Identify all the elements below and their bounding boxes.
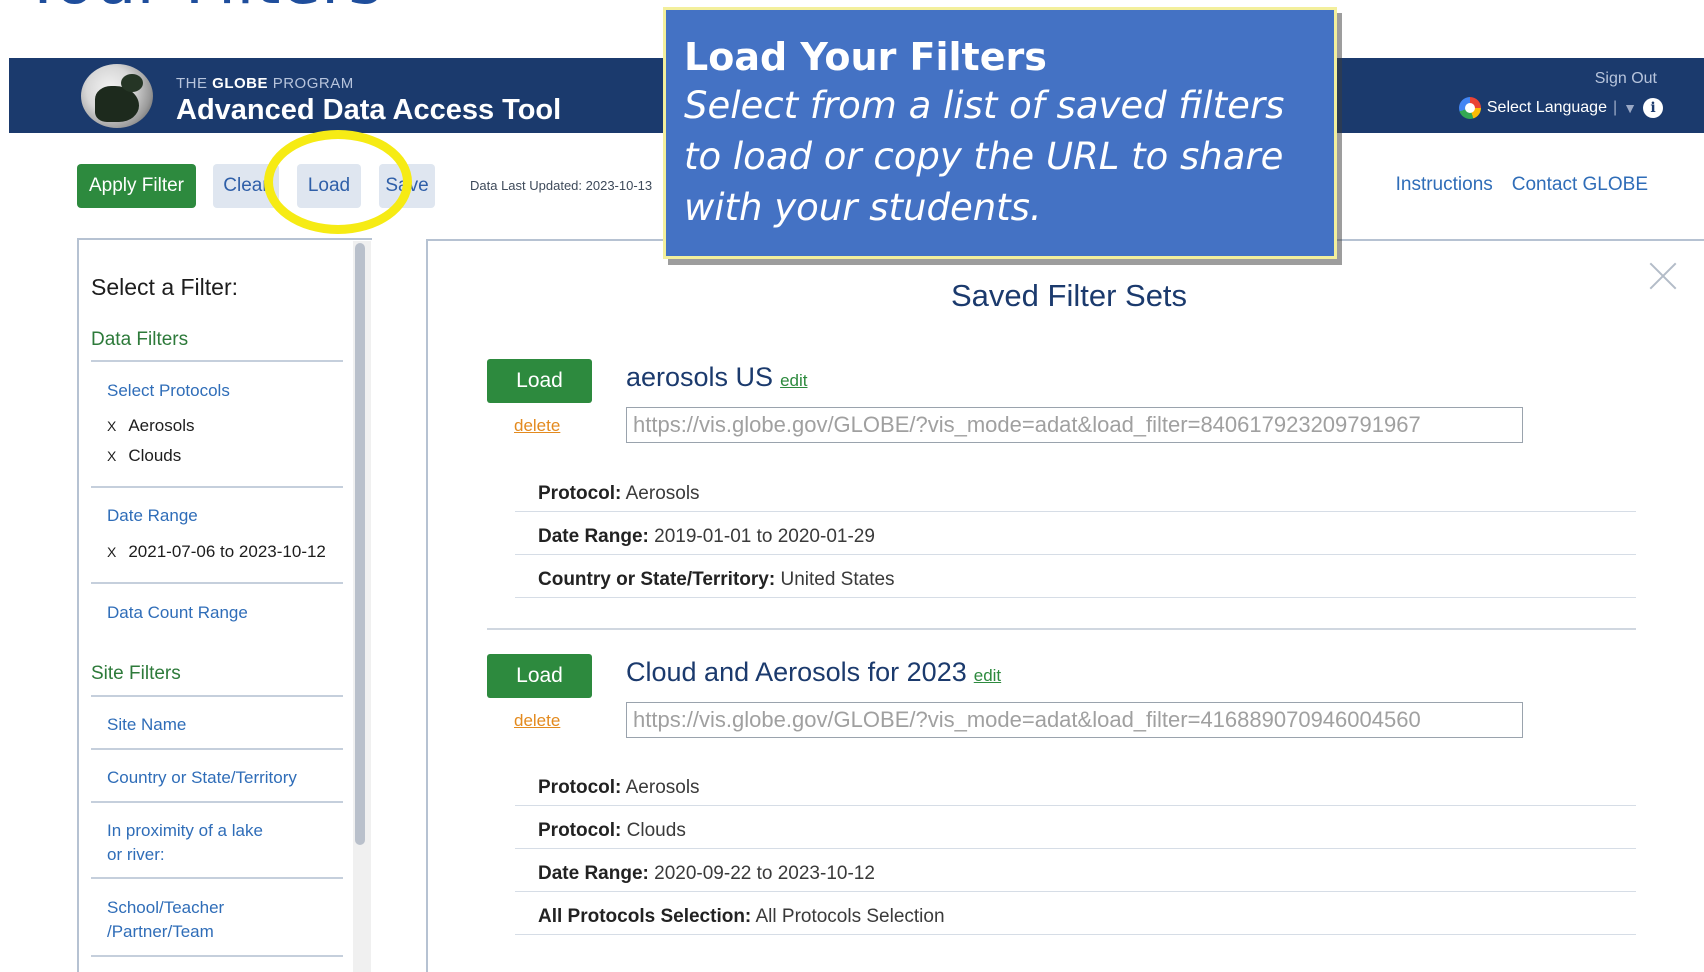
close-icon[interactable] <box>1645 258 1681 294</box>
date-range-chip[interactable]: X 2021-07-06 to 2023-10-12 <box>107 542 326 562</box>
globe-logo[interactable] <box>79 62 155 130</box>
delete-link[interactable]: delete <box>514 416 560 436</box>
save-button[interactable]: Save <box>379 164 435 208</box>
row-divider <box>515 934 1636 935</box>
divider <box>91 801 343 803</box>
sidebar-title: Select a Filter: <box>91 274 238 300</box>
share-url-field[interactable] <box>626 702 1523 738</box>
callout-body: Select from a list of saved filters to l… <box>684 84 1285 229</box>
divider <box>91 955 343 957</box>
sign-out-link[interactable]: Sign Out <box>1595 70 1657 88</box>
data-count-range-link[interactable]: Data Count Range <box>107 601 248 625</box>
info-icon[interactable]: i <box>1643 98 1663 118</box>
edit-link[interactable]: edit <box>780 371 807 390</box>
app-title: Advanced Data Access Tool <box>176 94 562 126</box>
load-filter-set-button[interactable]: Load <box>487 359 592 403</box>
remove-icon[interactable]: X <box>107 544 116 560</box>
separator: | <box>1612 99 1618 116</box>
filter-detail-row: Country or State/Territory: United State… <box>538 569 895 590</box>
filter-detail-row: Date Range: 2020-09-22 to 2023-10-12 <box>538 863 875 884</box>
row-divider <box>515 554 1636 555</box>
apply-filter-button[interactable]: Apply Filter <box>77 164 196 208</box>
share-url-field[interactable] <box>626 407 1523 443</box>
language-selector[interactable]: Select Language | ▼ i <box>1458 96 1663 120</box>
instructions-link[interactable]: Instructions <box>1396 174 1493 196</box>
load-filter-set-button[interactable]: Load <box>487 654 592 698</box>
protocol-chip-aerosols[interactable]: X Aerosols <box>107 416 194 436</box>
row-divider <box>515 511 1636 512</box>
remove-icon[interactable]: X <box>107 418 116 434</box>
language-label[interactable]: Select Language <box>1487 99 1607 117</box>
slide-title: d Your Filters <box>0 0 383 19</box>
country-link[interactable]: Country or State/Territory <box>107 766 297 790</box>
divider <box>91 695 343 697</box>
filter-set-name: Cloud and Aerosols for 2023 edit <box>626 657 1002 687</box>
data-filters-heading: Data Filters <box>91 329 189 350</box>
google-icon <box>1458 97 1481 119</box>
dropdown-arrow-icon[interactable]: ▼ <box>1623 100 1637 116</box>
contact-globe-link[interactable]: Contact GLOBE <box>1512 174 1648 196</box>
edit-link[interactable]: edit <box>974 666 1001 685</box>
modal-title: Saved Filter Sets <box>951 278 1188 313</box>
divider <box>91 748 343 750</box>
filter-set-name: aerosols US edit <box>626 362 808 392</box>
sidebar-scroll-thumb[interactable] <box>355 243 365 845</box>
select-protocols-link[interactable]: Select Protocols <box>107 379 230 403</box>
divider <box>91 877 343 879</box>
filter-detail-row: Protocol: Aerosols <box>538 777 700 798</box>
load-button[interactable]: Load <box>297 164 361 208</box>
site-filters-heading: Site Filters <box>91 663 181 684</box>
delete-link[interactable]: delete <box>514 711 560 731</box>
proximity-link[interactable]: In proximity of a lake or river: <box>107 819 263 867</box>
row-divider <box>515 805 1636 806</box>
clear-button[interactable]: Clear <box>213 164 279 208</box>
program-name: THE GLOBE PROGRAM <box>176 75 354 92</box>
filter-detail-row: Protocol: Clouds <box>538 820 686 841</box>
row-divider <box>515 891 1636 892</box>
school-link[interactable]: School/Teacher/Partner/Team <box>107 896 224 944</box>
top-links: Instructions Contact GLOBE <box>1396 174 1648 196</box>
site-name-link[interactable]: Site Name <box>107 713 186 737</box>
row-divider <box>515 848 1636 849</box>
divider <box>91 486 343 488</box>
tutorial-callout: Load Your Filters Select from a list of … <box>663 7 1337 259</box>
filter-detail-row: Protocol: Aerosols <box>538 483 700 504</box>
date-range-link[interactable]: Date Range <box>107 504 198 528</box>
callout-title: Load Your Filters <box>684 35 1047 79</box>
protocol-chip-clouds[interactable]: X Clouds <box>107 446 181 466</box>
remove-icon[interactable]: X <box>107 448 116 464</box>
filter-detail-row: All Protocols Selection: All Protocols S… <box>538 906 945 927</box>
divider <box>91 360 343 362</box>
filter-set-divider <box>487 628 1636 630</box>
filter-detail-row: Date Range: 2019-01-01 to 2020-01-29 <box>538 526 875 547</box>
data-last-updated: Data Last Updated: 2023-10-13 <box>470 178 653 193</box>
row-divider <box>515 597 1636 598</box>
divider <box>91 582 343 584</box>
